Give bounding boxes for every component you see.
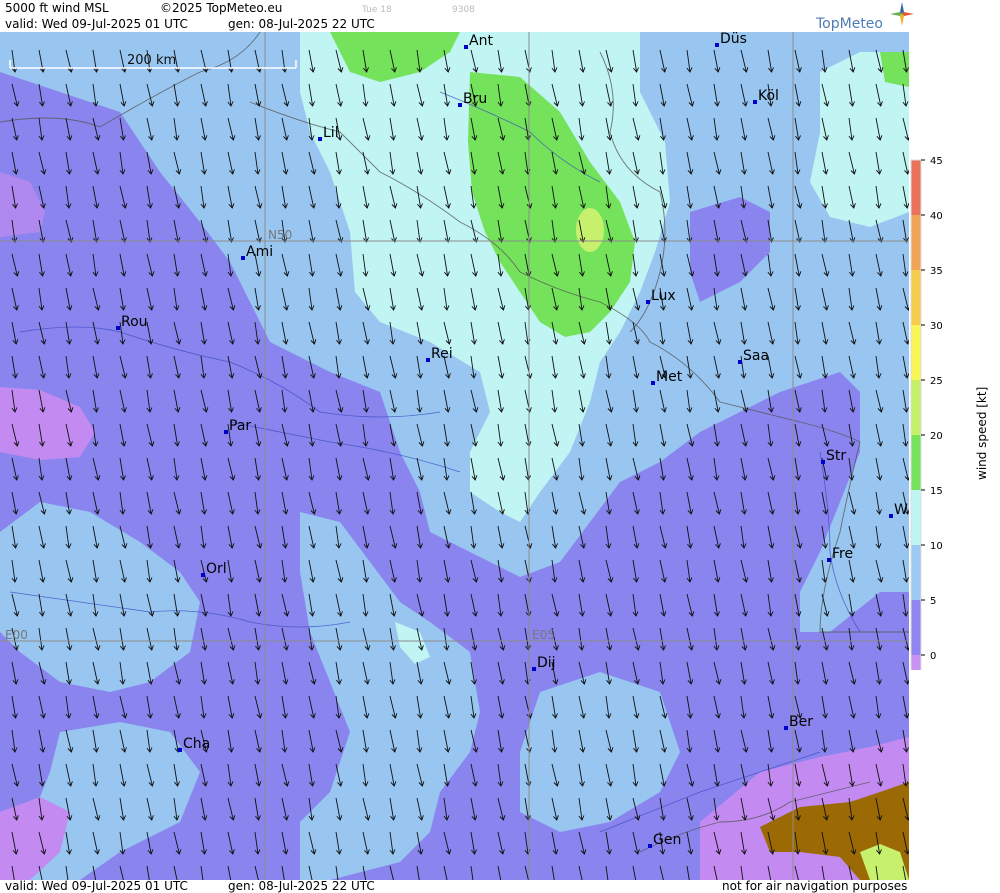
legend-tick-label: 35 <box>930 266 943 277</box>
city-label: Ant <box>469 33 493 49</box>
grid-label-lon-e00: E00 <box>5 628 28 642</box>
wind-strong2-core <box>576 208 604 252</box>
wind-speed-legend: 45 40 35 30 25 20 15 10 5 0 wind speed [kt] <box>910 156 989 670</box>
city-dot <box>318 137 322 141</box>
city-label: Str <box>826 448 846 464</box>
city-label: Rou <box>121 314 148 330</box>
city-label: Köl <box>758 88 779 104</box>
city-label: Dij <box>537 655 556 671</box>
city-label: Rei <box>431 346 453 362</box>
legend-color-band <box>911 160 921 215</box>
product-title: 5000 ft wind MSL <box>5 1 109 15</box>
footer-generated-time: gen: 08-Jul-2025 22 UTC <box>228 879 375 893</box>
city-dot <box>426 358 430 362</box>
footer-disclaimer: not for air navigation purposes <box>722 879 908 893</box>
valid-time: valid: Wed 09-Jul-2025 01 UTC <box>5 17 188 31</box>
city-marker: Ami <box>241 244 273 260</box>
copyright-text: ©2025 TopMeteo.eu <box>160 1 283 15</box>
city-dot <box>458 103 462 107</box>
city-dot <box>241 256 245 260</box>
city-dot <box>784 726 788 730</box>
city-marker: Rou <box>116 314 148 330</box>
city-marker: Cha <box>178 736 210 752</box>
legend-color-band <box>911 490 921 545</box>
city-label: Lux <box>651 288 676 304</box>
legend-tick-label: 5 <box>930 596 936 607</box>
legend-tick-label: 30 <box>930 321 943 332</box>
city-dot <box>116 326 120 330</box>
city-marker: Par <box>224 418 251 434</box>
legend-tick-label: 25 <box>930 376 943 387</box>
city-dot <box>201 573 205 577</box>
city-label: Met <box>656 369 683 385</box>
city-label: W <box>894 502 908 518</box>
city-dot <box>464 45 468 49</box>
city-marker: Lux <box>646 288 676 304</box>
grid-label-lat: N50 <box>268 228 292 242</box>
city-dot <box>738 360 742 364</box>
city-marker: Ant <box>464 33 493 49</box>
city-label: Saa <box>743 348 769 364</box>
city-label: Par <box>229 418 251 434</box>
city-marker: Saa <box>738 348 769 364</box>
city-label: Ber <box>789 714 813 730</box>
city-label: Bru <box>463 91 487 107</box>
city-dot <box>821 460 825 464</box>
city-dot <box>827 558 831 562</box>
legend-tick-label: 0 <box>930 651 936 662</box>
run-hint: Tue 18 <box>362 5 392 15</box>
city-label: Ami <box>246 244 273 260</box>
city-dot <box>715 43 719 47</box>
legend-tick-label: 45 <box>930 156 943 167</box>
city-dot <box>224 430 228 434</box>
grid-label-lon-e05: E05 <box>532 628 555 642</box>
legend-title: wind speed [kt] <box>975 387 989 480</box>
legend-tick-label: 20 <box>930 431 943 442</box>
legend-color-band <box>911 325 921 380</box>
compass-logo-icon <box>890 2 914 26</box>
city-marker: Bru <box>458 91 487 107</box>
topmeteo-logo: TopMeteo <box>816 16 883 32</box>
generated-time: gen: 08-Jul-2025 22 UTC <box>228 17 375 31</box>
city-dot <box>532 667 536 671</box>
legend-color-band <box>911 545 921 600</box>
wind-map[interactable]: N50 E00 E05 200 km Ant Düs Bru Köl Lil Ami Lux… <box>0 32 909 880</box>
legend-color-band <box>911 600 921 655</box>
legend-color-band <box>911 380 921 435</box>
legend-color-band <box>911 270 921 325</box>
legend-tick-label: 40 <box>930 211 943 222</box>
city-dot <box>651 381 655 385</box>
city-label: Lil <box>323 125 339 141</box>
legend-color-band <box>911 655 921 670</box>
city-label: Cha <box>183 736 210 752</box>
city-marker: Gen <box>648 832 681 848</box>
city-dot <box>648 844 652 848</box>
city-dot <box>646 300 650 304</box>
city-marker: Düs <box>715 32 747 47</box>
code-hint: 9308 <box>452 5 475 15</box>
scale-bar-label: 200 km <box>127 53 176 68</box>
city-marker: Met <box>651 369 683 385</box>
city-label: Orl <box>206 561 227 577</box>
legend-tick-label: 10 <box>930 541 943 552</box>
legend-color-band <box>911 435 921 490</box>
footer-valid-time: valid: Wed 09-Jul-2025 01 UTC <box>5 879 188 893</box>
city-dot <box>178 748 182 752</box>
legend-tick-label: 15 <box>930 486 943 497</box>
city-label: Fre <box>832 546 853 562</box>
city-label: Düs <box>720 32 747 47</box>
legend-color-band <box>911 215 921 270</box>
city-label: Gen <box>653 832 681 848</box>
city-dot <box>889 514 893 518</box>
city-dot <box>753 100 757 104</box>
city-marker: Ber <box>784 714 813 730</box>
